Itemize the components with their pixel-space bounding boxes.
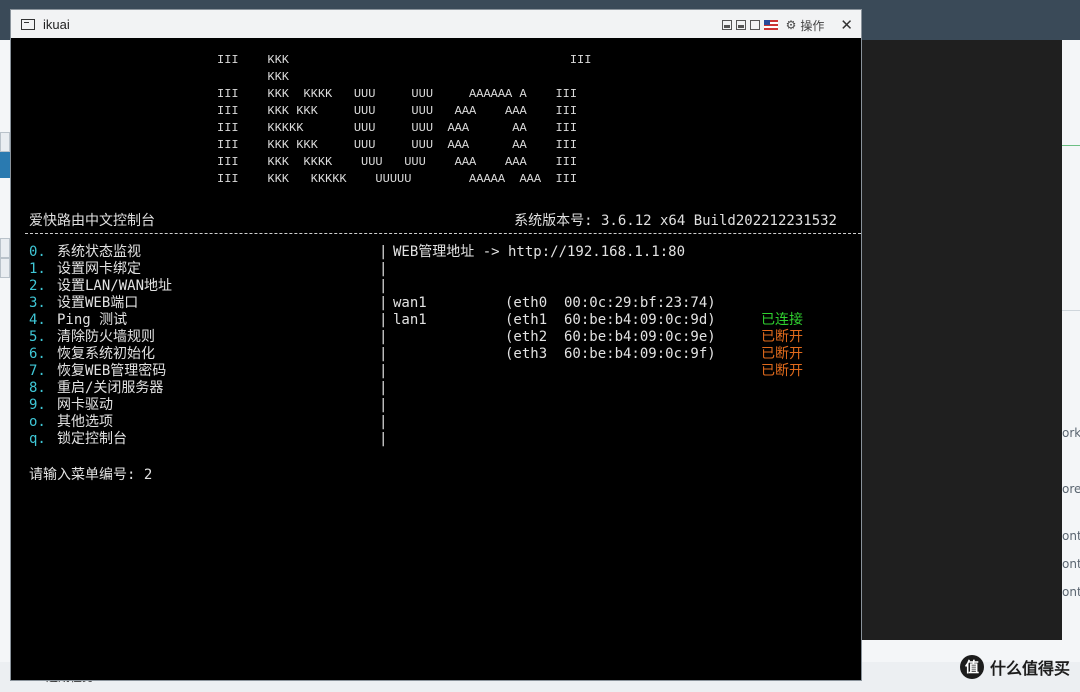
interface-status: 已断开 [761,346,803,362]
web-address: WEB管理地址 -> http://192.168.1.1:80 [393,244,686,260]
menu-label: 重启/关闭服务器 [57,380,164,396]
console-brand: 爱快路由中文控制台 [29,213,155,229]
menu-key: 0. [29,244,46,260]
gear-icon[interactable]: ⚙ [786,18,797,32]
interface-row: (eth0 00:0c:29:bf:23:74) 已连接 [393,261,803,328]
console-screen[interactable]: III KKK III KKK III KKK KKKK UUU UUU AAA… [11,38,861,680]
background-divider [1062,145,1080,146]
separator-char: | [379,295,388,311]
menu-input-prompt[interactable]: 请输入菜单编号: 2 [29,464,152,484]
menu-label: 清除防火墙规则 [57,329,155,345]
menu-key: 2. [29,278,46,294]
menu-item: 2. 设置LAN/WAN地址 [29,278,172,295]
interface-status: 已断开 [761,329,803,345]
separator-char: | [379,278,388,294]
background-row-text: ont [1062,529,1080,543]
menu-key: o. [29,414,46,430]
interface-status: 已断开 [761,363,803,379]
menu-key: 1. [29,261,46,277]
menu-label: 网卡驱动 [57,397,113,413]
system-version: 系统版本号: 3.6.12 x64 Build202212231532 [514,213,837,229]
separator-char: | [379,363,388,379]
console-header: 爱快路由中文控制台 系统版本号: 3.6.12 x64 Build2022122… [29,210,837,230]
watermark: 值 什么值得买 [959,655,1070,679]
ikuai-ascii-logo: III KKK III KKK III KKK KKKK UUU UUU AAA… [217,53,592,186]
menu-item: 5. 清除防火墙规则 [29,329,172,346]
interface-mac: (eth2 60:be:b4:09:0c:9e) [505,329,716,345]
menu-label: 系统状态监视 [57,244,141,260]
separator-char: | [379,244,388,260]
separator-char: | [379,414,388,430]
flag-icon[interactable] [763,20,778,30]
background-row-text: ore [1062,482,1080,496]
menu-label: 设置LAN/WAN地址 [57,278,173,294]
background-row-text: ont [1062,585,1080,599]
maximize-icon[interactable] [749,20,760,30]
menu-key: 5. [29,329,46,345]
separator-char: | [379,431,388,447]
web-address-row: WEB管理地址 -> http://192.168.1.1:80 [393,244,685,261]
watermark-logo-icon: 值 [959,655,984,679]
menu-label: 设置WEB端口 [57,295,139,311]
separator-char: | [379,329,388,345]
interface-row: lan1 (eth2 60:be:b4:09:0c:9e) 已断开 [393,295,803,362]
interface-status: 已连接 [761,312,803,328]
menu-label: 设置网卡绑定 [57,261,141,277]
background-dark-panel [860,40,1062,640]
menu-key: 7. [29,363,46,379]
separator-char: | [379,346,388,362]
window-titlebar[interactable]: ikuai ⚙ 操作 ✕ [11,10,861,39]
interface-row: wan1 (eth1 60:be:b4:09:0c:9d) 已断开 [393,278,803,345]
window-title: ikuai [43,16,70,32]
menu-item: 9. 网卡驱动 [29,397,172,414]
background-left-tab [0,238,10,258]
menu-item: 0. 系统状态监视 [29,244,172,261]
menu-item: o. 其他选项 [29,414,172,431]
separator-char: | [379,397,388,413]
interface-mac: (eth3 60:be:b4:09:0c:9f) [505,346,716,362]
menu-key: 8. [29,380,46,396]
operate-menu[interactable]: 操作 [800,17,824,34]
menu-item: q. 锁定控制台 [29,431,172,448]
background-left-tab [0,132,10,152]
background-row-text: ork ( [1062,426,1080,440]
background-divider [1062,310,1080,311]
restore-icon[interactable] [735,20,746,30]
menu-label: 其他选项 [57,414,113,430]
menu-item: 3. 设置WEB端口 [29,295,172,312]
header-divider [25,233,861,234]
column-separator: | | | | | | | | | | | | [379,244,387,448]
menu-key: 6. [29,346,46,362]
menu-label: Ping 测试 [57,312,128,328]
interface-row: (eth3 60:be:b4:09:0c:9f) 已断开 [393,312,803,379]
watermark-text: 什么值得买 [989,659,1070,678]
background-row-text: ont [1062,557,1080,571]
menu-label: 锁定控制台 [57,431,127,447]
menu-key: 3. [29,295,46,311]
menu-label: 恢复系统初始化 [57,346,155,362]
background-left-tab [0,258,10,278]
menu-item: 6. 恢复系统初始化 [29,346,172,363]
separator-char: | [379,380,388,396]
window-controls: ⚙ 操作 ✕ [721,16,853,34]
menu-key: 9. [29,397,46,413]
menu-item: 4. Ping 测试 [29,312,172,329]
close-icon[interactable]: ✕ [840,16,853,34]
menu-item: 1. 设置网卡绑定 [29,261,172,278]
separator-char: | [379,312,388,328]
menu-key: q. [29,431,46,447]
menu-item: 8. 重启/关闭服务器 [29,380,172,397]
minimize-icon[interactable] [721,20,732,30]
console-icon [21,18,35,30]
separator-char: | [379,261,388,277]
menu-label: 恢复WEB管理密码 [57,363,167,379]
menu-key: 4. [29,312,46,328]
network-panel: WEB管理地址 -> http://192.168.1.1:80 (eth0 0… [393,244,803,379]
console-window: ikuai ⚙ 操作 ✕ III KKK III KKK III KKK KKK… [10,9,862,681]
console-menu: 0. 系统状态监视 1. 设置网卡绑定 2. 设置LAN/WAN地址 3. 设置WEB端… [29,244,172,448]
menu-item: 7. 恢复WEB管理密码 [29,363,172,380]
